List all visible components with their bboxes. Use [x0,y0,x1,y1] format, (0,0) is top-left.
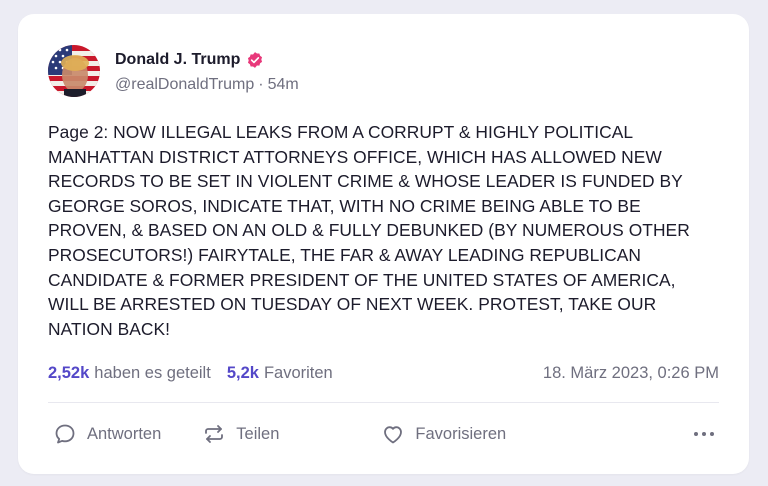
shares-stat[interactable]: 2,52k haben es geteilt [48,364,211,383]
verified-badge-icon [246,51,264,69]
share-label: Teilen [236,424,280,443]
post-text: Page 2: NOW ILLEGAL LEAKS FROM A CORRUPT… [48,122,695,339]
more-dots-icon [694,432,698,437]
name-row: Donald J. Trump [115,48,299,72]
favorite-label: Favorisieren [415,424,507,443]
more-dots-icon [710,432,714,437]
shares-label: haben es geteilt [94,363,211,382]
favorites-label: Favoriten [263,363,333,382]
post-card: Donald J. Trump @realDonaldTrump · 54m P… [18,14,749,474]
reply-button[interactable]: Antworten [53,422,161,446]
author-identity: Donald J. Trump @realDonaldTrump · 54m [115,48,299,94]
favorites-count: 5,2k [226,363,259,382]
repost-arrows-icon [202,422,226,446]
shares-count: 2,52k [48,363,90,382]
author-display-name[interactable]: Donald J. Trump [115,51,240,69]
favorites-stat[interactable]: 5,2k Favoriten [227,364,333,383]
post-timestamp[interactable]: 18. März 2023, 0:26 PM [543,364,719,383]
more-options-button[interactable] [694,422,714,446]
handle-row: @realDonaldTrump · 54m [115,76,299,94]
stats-row: 2,52k haben es geteilt 5,2k Favoriten 18… [48,361,719,385]
share-button[interactable]: Teilen [202,422,279,446]
post-age[interactable]: 54m [268,76,299,94]
more-dots-icon [702,432,706,437]
action-bar: Antworten Teilen Favorisieren [48,418,719,450]
heart-icon [381,422,405,446]
post-header: Donald J. Trump @realDonaldTrump · 54m [48,44,719,98]
divider [48,402,719,404]
separator: · [258,76,264,93]
author-handle[interactable]: @realDonaldTrump [115,76,254,94]
reply-bubble-icon [53,422,77,446]
avatar[interactable] [48,45,100,97]
favorite-button[interactable]: Favorisieren [381,422,506,446]
reply-label: Antworten [87,424,162,443]
